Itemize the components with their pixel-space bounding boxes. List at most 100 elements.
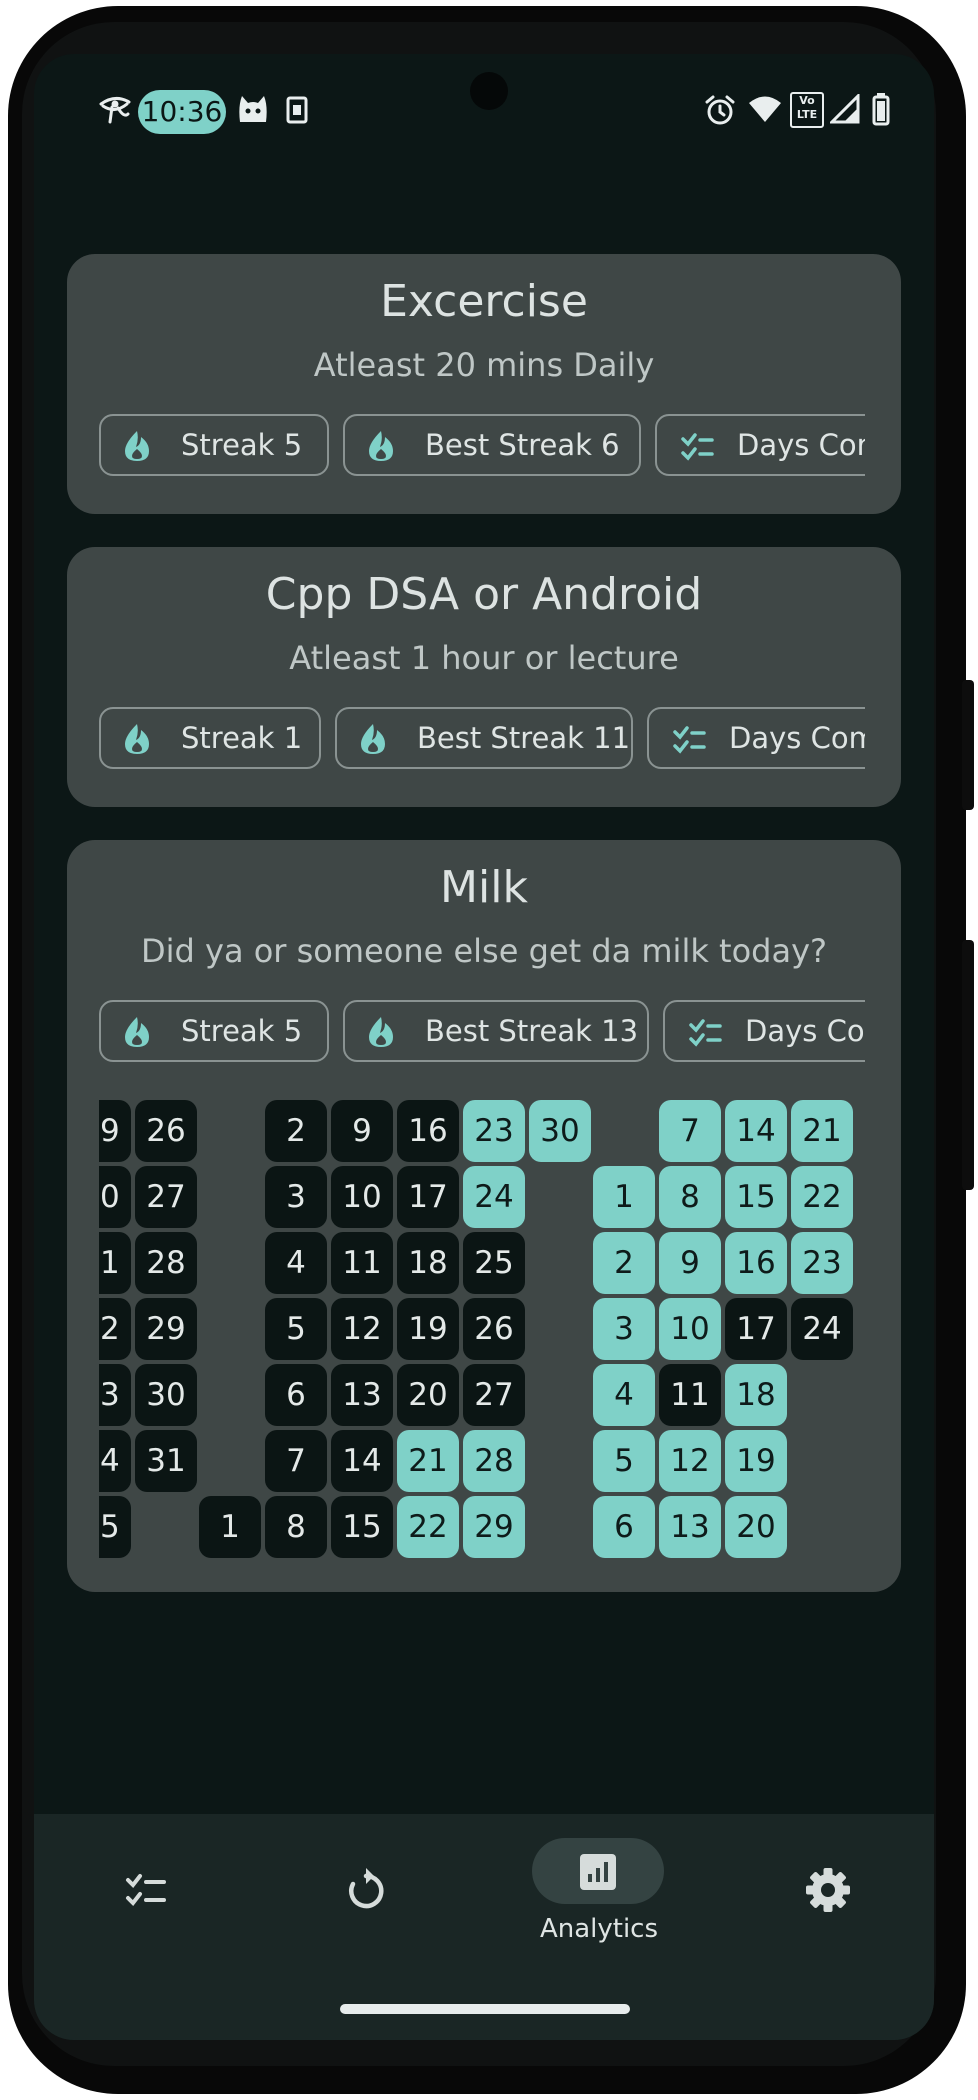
calendar-day-cell[interactable]: 23 (791, 1232, 853, 1294)
calendar-day-cell[interactable]: 1 (593, 1166, 655, 1228)
calendar-day-cell[interactable]: 13 (659, 1496, 721, 1558)
calendar-day-cell[interactable]: 11 (331, 1232, 393, 1294)
stat-chip-row[interactable]: Streak 5 Best Streak 13 Days Completed (99, 1000, 865, 1066)
chip-label: Streak 1 (181, 721, 303, 755)
checklist-icon (673, 726, 706, 754)
streak-chip[interactable]: Streak 1 (99, 707, 321, 769)
calendar-day-cell[interactable]: 30 (529, 1100, 591, 1162)
calendar-day-cell[interactable]: 19 (99, 1100, 131, 1162)
calendar-day-cell[interactable]: 21 (99, 1232, 131, 1294)
calendar-day-cell[interactable]: 18 (725, 1364, 787, 1426)
front-camera (470, 72, 508, 110)
calendar-day-cell[interactable]: 19 (725, 1430, 787, 1492)
nav-habits[interactable] (106, 1850, 186, 1930)
chip-label: Best Streak 6 (425, 428, 620, 462)
streak-chip[interactable]: Streak 5 (99, 414, 329, 476)
power-button (962, 940, 974, 1190)
calendar-day-cell[interactable]: 19 (397, 1298, 459, 1360)
calendar-day-cell[interactable]: 11 (659, 1364, 721, 1426)
calendar-day-cell[interactable]: 16 (397, 1100, 459, 1162)
calendar-day-cell[interactable]: 31 (135, 1430, 197, 1492)
calendar-day-cell[interactable]: 20 (397, 1364, 459, 1426)
calendar-day-cell[interactable]: 20 (725, 1496, 787, 1558)
calendar-day-cell[interactable]: 16 (725, 1232, 787, 1294)
calendar-day-cell[interactable]: 26 (463, 1298, 525, 1360)
calendar-day-cell[interactable]: 3 (265, 1166, 327, 1228)
days-completed-chip[interactable]: Days Completed (663, 1000, 865, 1062)
best-streak-chip[interactable]: Best Streak 13 (343, 1000, 649, 1062)
calendar-day-cell[interactable]: 9 (331, 1100, 393, 1162)
calendar-day-cell[interactable]: 18 (397, 1232, 459, 1294)
streak-chip[interactable]: Streak 5 (99, 1000, 329, 1062)
home-indicator[interactable] (340, 2004, 630, 2014)
calendar-day-cell[interactable]: 22 (397, 1496, 459, 1558)
calendar-day-cell[interactable]: 24 (463, 1166, 525, 1228)
calendar-day-cell[interactable]: 29 (463, 1496, 525, 1558)
calendar-day-cell[interactable]: 24 (791, 1298, 853, 1360)
calendar-day-cell[interactable]: 28 (463, 1430, 525, 1492)
calendar-day-cell[interactable]: 15 (725, 1166, 787, 1228)
calendar-day-cell[interactable]: 14 (331, 1430, 393, 1492)
calendar-day-cell[interactable]: 6 (265, 1364, 327, 1426)
calendar-day-cell[interactable]: 7 (265, 1430, 327, 1492)
calendar-day-cell[interactable]: 21 (791, 1100, 853, 1162)
calendar-heatmap[interactable]: 1920212223242526272829303112345678910111… (99, 1100, 865, 1560)
calendar-day-cell[interactable]: 25 (99, 1496, 131, 1558)
calendar-day-cell[interactable]: 2 (593, 1232, 655, 1294)
chip-label: Days Completed (737, 428, 865, 462)
habit-card-cpp-dsa[interactable]: Cpp DSA or Android Atleast 1 hour or lec… (67, 547, 901, 807)
calendar-day-cell[interactable]: 25 (463, 1232, 525, 1294)
calendar-day-cell[interactable]: 2 (265, 1100, 327, 1162)
calendar-day-cell[interactable]: 30 (135, 1364, 197, 1426)
calendar-day-cell[interactable]: 8 (265, 1496, 327, 1558)
habit-card-milk[interactable]: Milk Did ya or someone else get da milk … (67, 840, 901, 1592)
calendar-day-cell[interactable]: 27 (135, 1166, 197, 1228)
calendar-day-cell[interactable]: 13 (331, 1364, 393, 1426)
calendar-day-cell[interactable]: 12 (659, 1430, 721, 1492)
days-completed-chip[interactable]: Days Completed (647, 707, 865, 769)
flame-icon (125, 431, 149, 461)
best-streak-chip[interactable]: Best Streak 6 (343, 414, 641, 476)
calendar-day-cell[interactable]: 23 (99, 1364, 131, 1426)
stat-chip-row[interactable]: Streak 1 Best Streak 11 Days Completed (99, 707, 865, 773)
days-completed-chip[interactable]: Days Completed (655, 414, 865, 476)
calendar-day-cell[interactable]: 3 (593, 1298, 655, 1360)
calendar-day-cell[interactable]: 10 (331, 1166, 393, 1228)
calendar-day-cell[interactable]: 10 (659, 1298, 721, 1360)
calendar-day-cell[interactable]: 4 (593, 1364, 655, 1426)
nav-history[interactable] (326, 1850, 406, 1930)
calendar-day-cell[interactable]: 22 (99, 1298, 131, 1360)
chip-label: Days Completed (745, 1014, 865, 1048)
calendar-day-cell[interactable]: 8 (659, 1166, 721, 1228)
calendar-day-cell[interactable]: 23 (463, 1100, 525, 1162)
calendar-day-cell[interactable]: 21 (397, 1430, 459, 1492)
calendar-day-cell[interactable]: 24 (99, 1430, 131, 1492)
calendar-day-cell[interactable]: 27 (463, 1364, 525, 1426)
calendar-day-cell[interactable]: 22 (791, 1166, 853, 1228)
calendar-day-cell[interactable]: 4 (265, 1232, 327, 1294)
flame-icon (361, 724, 385, 754)
habit-subtitle: Atleast 20 mins Daily (313, 346, 655, 384)
habit-card-excercise[interactable]: Excercise Atleast 20 mins Daily Streak 5… (67, 254, 901, 514)
calendar-day-cell[interactable]: 5 (593, 1430, 655, 1492)
stat-chip-row[interactable]: Streak 5 Best Streak 6 Days Completed (99, 414, 865, 480)
calendar-day-cell[interactable]: 9 (659, 1232, 721, 1294)
calendar-day-cell[interactable]: 7 (659, 1100, 721, 1162)
chip-label: Streak 5 (181, 1014, 303, 1048)
best-streak-chip[interactable]: Best Streak 11 (335, 707, 633, 769)
calendar-day-cell[interactable]: 26 (135, 1100, 197, 1162)
calendar-day-cell[interactable]: 12 (331, 1298, 393, 1360)
nav-settings[interactable] (788, 1850, 868, 1930)
calendar-day-cell[interactable]: 17 (725, 1298, 787, 1360)
calendar-day-cell[interactable]: 6 (593, 1496, 655, 1558)
calendar-day-cell[interactable]: 28 (135, 1232, 197, 1294)
calendar-day-cell[interactable]: 15 (331, 1496, 393, 1558)
calendar-day-cell[interactable]: 1 (199, 1496, 261, 1558)
calendar-day-cell[interactable]: 20 (99, 1166, 131, 1228)
calendar-day-cell[interactable]: 17 (397, 1166, 459, 1228)
habit-title: Excercise (380, 276, 588, 327)
calendar-day-cell[interactable]: 5 (265, 1298, 327, 1360)
nav-analytics[interactable] (558, 1848, 638, 1896)
calendar-day-cell[interactable]: 29 (135, 1298, 197, 1360)
calendar-day-cell[interactable]: 14 (725, 1100, 787, 1162)
